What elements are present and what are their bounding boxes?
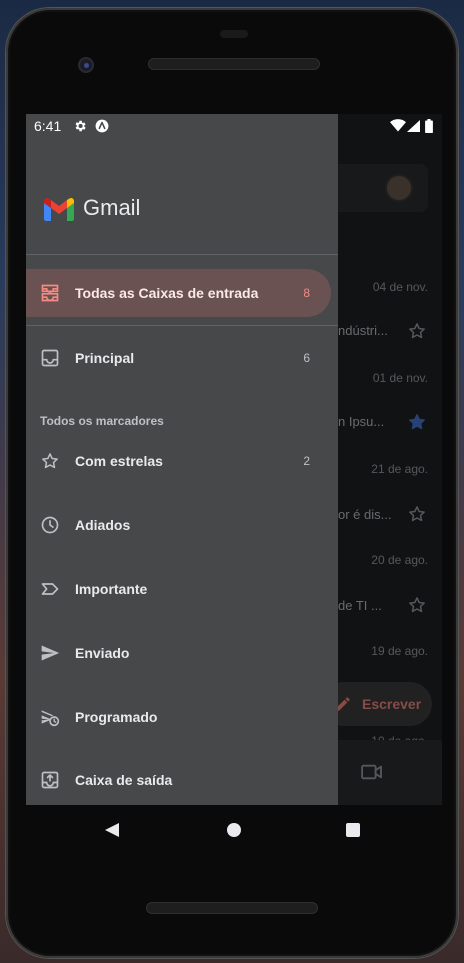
drawer-item-starred[interactable]: Com estrelas 2 <box>26 437 331 485</box>
system-navigation-bar <box>0 805 464 855</box>
bottom-speaker-grille <box>146 902 318 914</box>
top-speaker-grille <box>148 58 320 70</box>
drawer-item-all-inboxes[interactable]: Todas as Caixas de entrada 8 <box>26 269 331 317</box>
send-icon <box>41 645 60 661</box>
signal-icon <box>407 120 420 132</box>
app-name: Gmail <box>83 195 141 220</box>
home-icon[interactable] <box>227 823 241 837</box>
drawer-item-label: Principal <box>75 350 135 366</box>
a-circle-icon <box>95 119 109 133</box>
drawer-item-snoozed[interactable]: Adiados <box>26 501 331 549</box>
all-inboxes-icon <box>41 284 59 302</box>
earpiece <box>220 30 248 38</box>
drawer-item-scheduled[interactable]: Programado <box>26 693 331 741</box>
drawer-item-label: Com estrelas <box>75 453 163 469</box>
inbox-icon <box>41 349 59 367</box>
gmail-logo-icon <box>44 198 74 221</box>
drawer-header: Gmail <box>26 138 338 254</box>
drawer-item-sent[interactable]: Enviado <box>26 629 331 677</box>
drawer-item-outbox[interactable]: Caixa de saída <box>26 756 331 804</box>
recent-apps-icon[interactable] <box>346 823 360 837</box>
important-icon <box>41 583 59 595</box>
drawer-item-primary[interactable]: Principal 6 <box>26 334 331 382</box>
unread-count: 6 <box>303 351 310 365</box>
unread-count: 8 <box>303 286 310 300</box>
drawer-item-label: Caixa de saída <box>75 772 173 788</box>
scheduled-send-icon <box>41 710 60 727</box>
battery-icon <box>425 119 433 133</box>
drawer-item-important[interactable]: Importante <box>26 565 331 613</box>
drawer-item-label: Enviado <box>75 645 130 661</box>
drawer-item-label: Programado <box>75 709 158 725</box>
wifi-icon <box>390 119 406 132</box>
back-icon[interactable] <box>104 822 120 838</box>
navigation-drawer: Gmail Todas as Caixas de entrada 8 Princ… <box>26 114 338 805</box>
outbox-icon <box>41 771 59 789</box>
screen: 04 de nov. ndústri... 01 de nov. n Ipsu.… <box>26 114 442 805</box>
section-label-all-labels: Todos os marcadores <box>40 414 164 428</box>
status-bar: 6:41 <box>26 114 442 138</box>
clock-icon <box>41 516 59 534</box>
gear-icon <box>75 120 86 132</box>
divider <box>26 325 338 326</box>
star-outline-icon <box>42 453 58 469</box>
drawer-item-label: Importante <box>75 581 148 597</box>
divider <box>26 254 338 255</box>
drawer-item-label: Todas as Caixas de entrada <box>75 285 259 301</box>
status-time: 6:41 <box>34 118 62 134</box>
item-count: 2 <box>303 454 310 468</box>
drawer-item-label: Adiados <box>75 517 131 533</box>
front-camera <box>78 57 94 73</box>
